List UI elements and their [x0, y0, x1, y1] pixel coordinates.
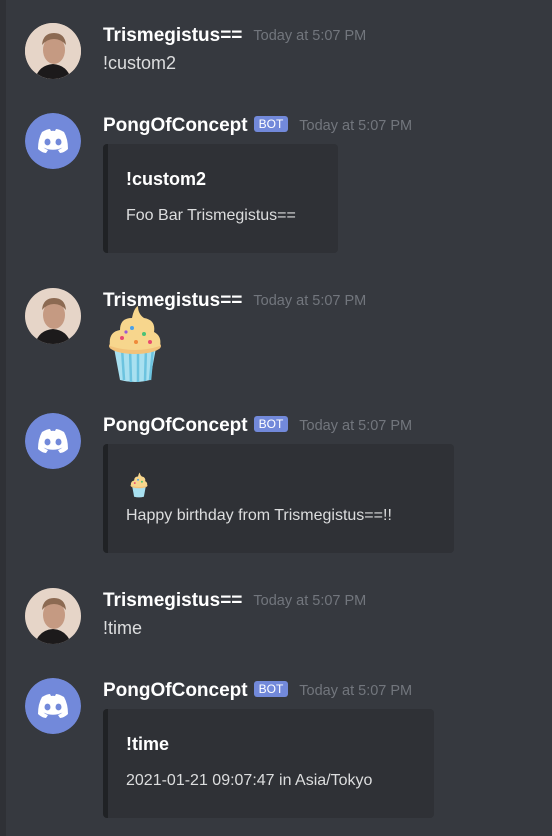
chat-message: Trismegistus== Today at 5:07 PM !time — [0, 588, 552, 648]
message-timestamp[interactable]: Today at 5:07 PM — [253, 28, 366, 44]
embed-title: !custom2 — [126, 169, 207, 189]
bot-badge: BOT — [253, 116, 289, 132]
message-timestamp[interactable]: Today at 5:07 PM — [299, 418, 412, 434]
message-header: Trismegistus== Today at 5:07 PM — [103, 23, 366, 49]
embed-description: Happy birthday from Trismegistus==!! — [126, 507, 392, 524]
message-timestamp[interactable]: Today at 5:07 PM — [253, 293, 366, 309]
chat-message: Trismegistus== Today at 5:07 PM !custom2 — [0, 23, 552, 83]
message-text: !time — [103, 618, 143, 638]
discord-logo-icon — [25, 113, 81, 169]
username[interactable]: PongOfConcept — [103, 415, 248, 437]
chat-message: PongOfConcept BOT Today at 5:07 PM !cust… — [0, 113, 552, 253]
bot-avatar[interactable] — [25, 413, 81, 469]
user-avatar[interactable] — [25, 588, 81, 644]
username[interactable]: PongOfConcept — [103, 680, 248, 702]
username[interactable]: Trismegistus== — [103, 25, 242, 47]
bot-badge: BOT — [253, 681, 289, 697]
message-header: PongOfConcept BOT Today at 5:07 PM — [103, 113, 412, 139]
message-embed: !time 2021-01-21 09:07:47 in Asia/Tokyo — [103, 709, 434, 818]
embed-title: !time — [126, 734, 170, 754]
bot-badge: BOT — [253, 416, 289, 432]
message-embed: Happy birthday from Trismegistus==!! — [103, 444, 454, 553]
cupcake-icon[interactable] — [104, 304, 166, 388]
embed-description: Foo Bar Trismegistus== — [126, 207, 296, 224]
chat-message: PongOfConcept BOT Today at 5:07 PM Happy… — [0, 413, 552, 553]
message-timestamp[interactable]: Today at 5:07 PM — [299, 683, 412, 699]
message-header: PongOfConcept BOT Today at 5:07 PM — [103, 678, 412, 704]
username[interactable]: PongOfConcept — [103, 115, 248, 137]
chat-message: Trismegistus== Today at 5:07 PM — [0, 288, 552, 383]
user-avatar-image — [25, 288, 81, 344]
chat-message: PongOfConcept BOT Today at 5:07 PM !time… — [0, 678, 552, 818]
user-avatar-image — [25, 23, 81, 79]
message-timestamp[interactable]: Today at 5:07 PM — [299, 118, 412, 134]
cupcake-icon — [128, 472, 150, 502]
message-embed: !custom2 Foo Bar Trismegistus== — [103, 144, 338, 253]
user-avatar[interactable] — [25, 23, 81, 79]
user-avatar-image — [25, 588, 81, 644]
user-avatar[interactable] — [25, 288, 81, 344]
bot-avatar[interactable] — [25, 678, 81, 734]
message-timestamp[interactable]: Today at 5:07 PM — [253, 593, 366, 609]
discord-logo-icon — [25, 678, 81, 734]
message-header: PongOfConcept BOT Today at 5:07 PM — [103, 413, 412, 439]
bot-avatar[interactable] — [25, 113, 81, 169]
discord-logo-icon — [25, 413, 81, 469]
username[interactable]: Trismegistus== — [103, 590, 242, 612]
message-text: !custom2 — [103, 53, 177, 73]
embed-description: 2021-01-21 09:07:47 in Asia/Tokyo — [126, 772, 373, 789]
message-header: Trismegistus== Today at 5:07 PM — [103, 588, 366, 614]
